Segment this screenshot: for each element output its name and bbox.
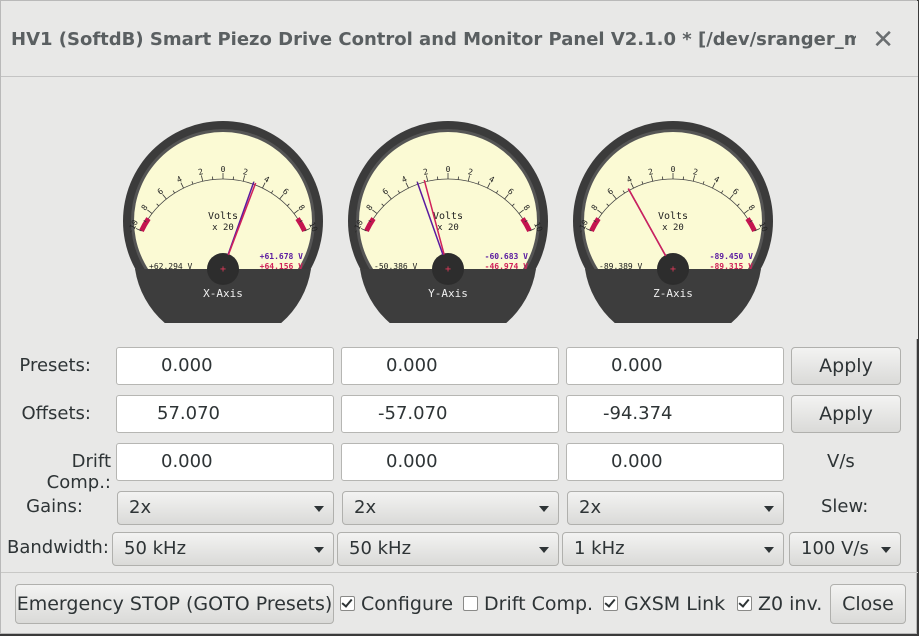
scale-tick-label: 0	[671, 165, 676, 174]
meter-value-purple: -60.683 V	[485, 252, 529, 261]
close-icon[interactable]: ✕	[872, 25, 894, 55]
z0-inv-label: Z0 inv.	[758, 593, 823, 615]
bandwidth-y-value: 50 kHz	[349, 538, 412, 559]
emergency-stop-button[interactable]: Emergency STOP (GOTO Presets)	[15, 584, 334, 624]
scale-tick-label: 0	[446, 165, 451, 174]
gain-z-value: 2x	[579, 497, 602, 518]
drift-comp-label: Drift Comp.:	[46, 451, 111, 493]
checkbox-icon	[340, 596, 355, 611]
slew-rate-dropdown[interactable]: 100 V/s	[789, 532, 901, 566]
chevron-down-icon	[539, 506, 549, 512]
z0-inv-checkbox[interactable]: Z0 inv.	[737, 593, 822, 615]
meter-axis-label: Y-Axis	[428, 287, 468, 300]
meter-value-red: -46.974 V	[485, 262, 529, 271]
app-window: HV1 (SoftdB) Smart Piezo Drive Control a…	[0, 0, 918, 636]
title-bar: HV1 (SoftdB) Smart Piezo Drive Control a…	[1, 1, 918, 77]
configure-checkbox[interactable]: Configure	[340, 593, 453, 615]
chevron-down-icon	[539, 547, 549, 553]
gain-x-value: 2x	[129, 497, 152, 518]
gxsm-link-label: GXSM Link	[624, 593, 726, 615]
meter-unit-label: Volts	[658, 211, 688, 222]
gain-x-dropdown[interactable]: 2x	[117, 491, 334, 525]
bandwidth-x-value: 50 kHz	[124, 538, 187, 559]
presets-label: Presets:	[19, 355, 91, 376]
meter-panel: -10 8 6 4 2 0 2 4 6 8 10 Volts x 20 +62.294 V +61.678 …	[1, 77, 918, 345]
meter-value-purple: +61.678 V	[260, 252, 304, 261]
drift-unit-label: V/s	[827, 451, 855, 472]
bandwidth-x-dropdown[interactable]: 50 kHz	[112, 532, 334, 566]
slew-rate-value: 100 V/s	[801, 538, 869, 559]
drift-comp-check-label: Drift Comp.	[484, 593, 594, 615]
x-axis-meter: -10 8 6 4 2 0 2 4 6 8 10 Volts x 20 +62.294 V +61.678 …	[121, 119, 325, 345]
gain-z-dropdown[interactable]: 2x	[567, 491, 784, 525]
offset-z-field[interactable]: -94.374	[566, 395, 784, 433]
meter-value-purple: -89.450 V	[710, 252, 754, 261]
bandwidth-label: Bandwidth:	[7, 537, 109, 558]
z-axis-meter: -10 8 6 4 2 0 2 4 6 8 10 Volts x 20 -89.389 V -89.450 …	[571, 119, 775, 345]
y-axis-meter: -10 8 6 4 2 0 2 4 6 8 10 Volts x 20 -50.386 V -60.683 …	[346, 119, 550, 345]
scale-tick-label: 0	[221, 165, 226, 174]
apply-offsets-button[interactable]: Apply	[791, 395, 901, 433]
chevron-down-icon	[314, 547, 324, 553]
gain-y-value: 2x	[354, 497, 377, 518]
meter-left-value: -50.386 V	[374, 262, 418, 271]
offsets-label: Offsets:	[21, 403, 91, 424]
meter-scale-label: x 20	[437, 223, 459, 233]
checkbox-icon	[463, 596, 478, 611]
gains-label: Gains:	[26, 496, 83, 517]
meter-axis-label: X-Axis	[203, 287, 243, 300]
chevron-down-icon	[764, 506, 774, 512]
meter-dial: -108642 0 246810Voltsx 20-89.389 V-89.450 …	[573, 121, 773, 345]
meter-value-red: -89.315 V	[710, 262, 754, 271]
close-button[interactable]: Close	[830, 584, 906, 624]
meter-scale-label: x 20	[662, 223, 684, 233]
bandwidth-z-value: 1 kHz	[574, 538, 625, 559]
preset-x-field[interactable]: 0.000	[116, 347, 334, 385]
meter-value-red: +64.156 V	[260, 262, 304, 271]
drift-x-field[interactable]: 0.000	[116, 443, 334, 481]
gain-y-dropdown[interactable]: 2x	[342, 491, 559, 525]
slew-label: Slew:	[821, 496, 869, 517]
bandwidth-z-dropdown[interactable]: 1 kHz	[562, 532, 784, 566]
meter-unit-label: Volts	[208, 211, 238, 222]
drift-comp-checkbox[interactable]: Drift Comp.	[463, 593, 593, 615]
pivot-marker: +	[445, 264, 451, 275]
checkbox-icon	[737, 596, 752, 611]
configure-label: Configure	[361, 593, 454, 615]
preset-z-field[interactable]: 0.000	[566, 347, 784, 385]
pivot-marker: +	[670, 264, 676, 275]
meter-left-value: -89.389 V	[599, 262, 643, 271]
drift-z-field[interactable]: 0.000	[566, 443, 784, 481]
meter-unit-label: Volts	[433, 211, 463, 222]
checkbox-icon	[603, 596, 618, 611]
bottom-bar: Emergency STOP (GOTO Presets) Configure …	[1, 572, 918, 636]
apply-presets-button[interactable]: Apply	[791, 347, 901, 385]
pivot-marker: +	[220, 264, 226, 275]
chevron-down-icon	[764, 547, 774, 553]
offset-y-field[interactable]: -57.070	[341, 395, 559, 433]
chevron-down-icon	[314, 506, 324, 512]
window-title: HV1 (SoftdB) Smart Piezo Drive Control a…	[11, 29, 856, 50]
meter-axis-label: Z-Axis	[653, 287, 693, 300]
drift-y-field[interactable]: 0.000	[341, 443, 559, 481]
meter-left-value: +62.294 V	[149, 262, 193, 271]
meter-dial: -108642 0 246810Voltsx 20+62.294 V+61.678 …	[123, 121, 323, 345]
meter-scale-label: x 20	[212, 223, 234, 233]
offset-x-field[interactable]: 57.070	[116, 395, 334, 433]
preset-y-field[interactable]: 0.000	[341, 347, 559, 385]
gxsm-link-checkbox[interactable]: GXSM Link	[603, 593, 725, 615]
chevron-down-icon	[881, 547, 891, 553]
bandwidth-y-dropdown[interactable]: 50 kHz	[337, 532, 559, 566]
meter-dial: -108642 0 246810Voltsx 20-50.386 V-60.683 …	[348, 121, 548, 345]
